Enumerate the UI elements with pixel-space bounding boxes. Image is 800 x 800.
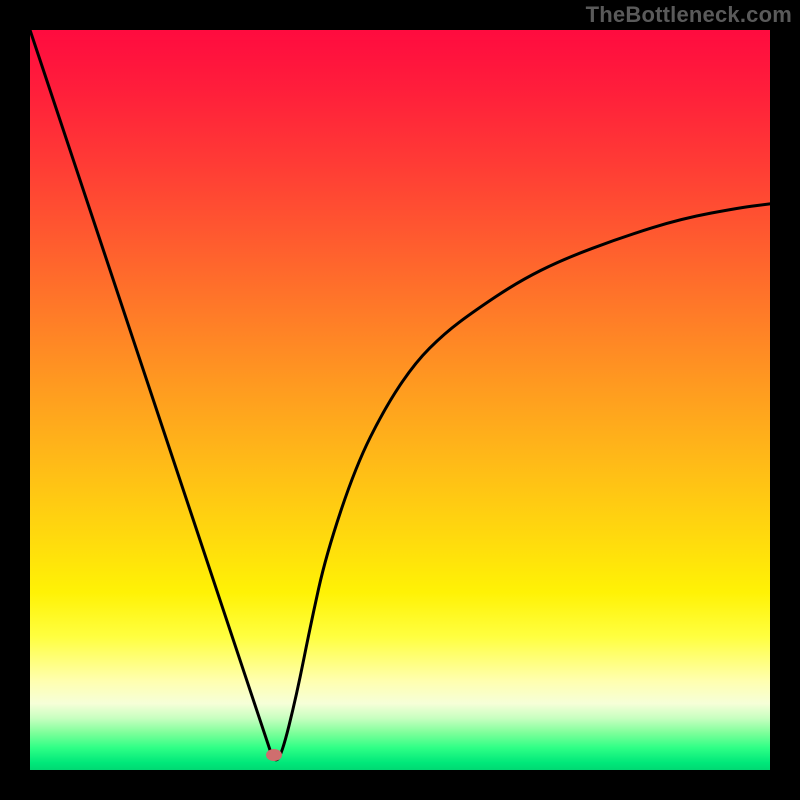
minimum-marker <box>266 749 282 761</box>
plot-area <box>30 30 770 770</box>
watermark-text: TheBottleneck.com <box>586 2 792 28</box>
bottleneck-curve <box>30 30 770 770</box>
curve-path <box>30 30 770 760</box>
chart-frame: TheBottleneck.com <box>0 0 800 800</box>
